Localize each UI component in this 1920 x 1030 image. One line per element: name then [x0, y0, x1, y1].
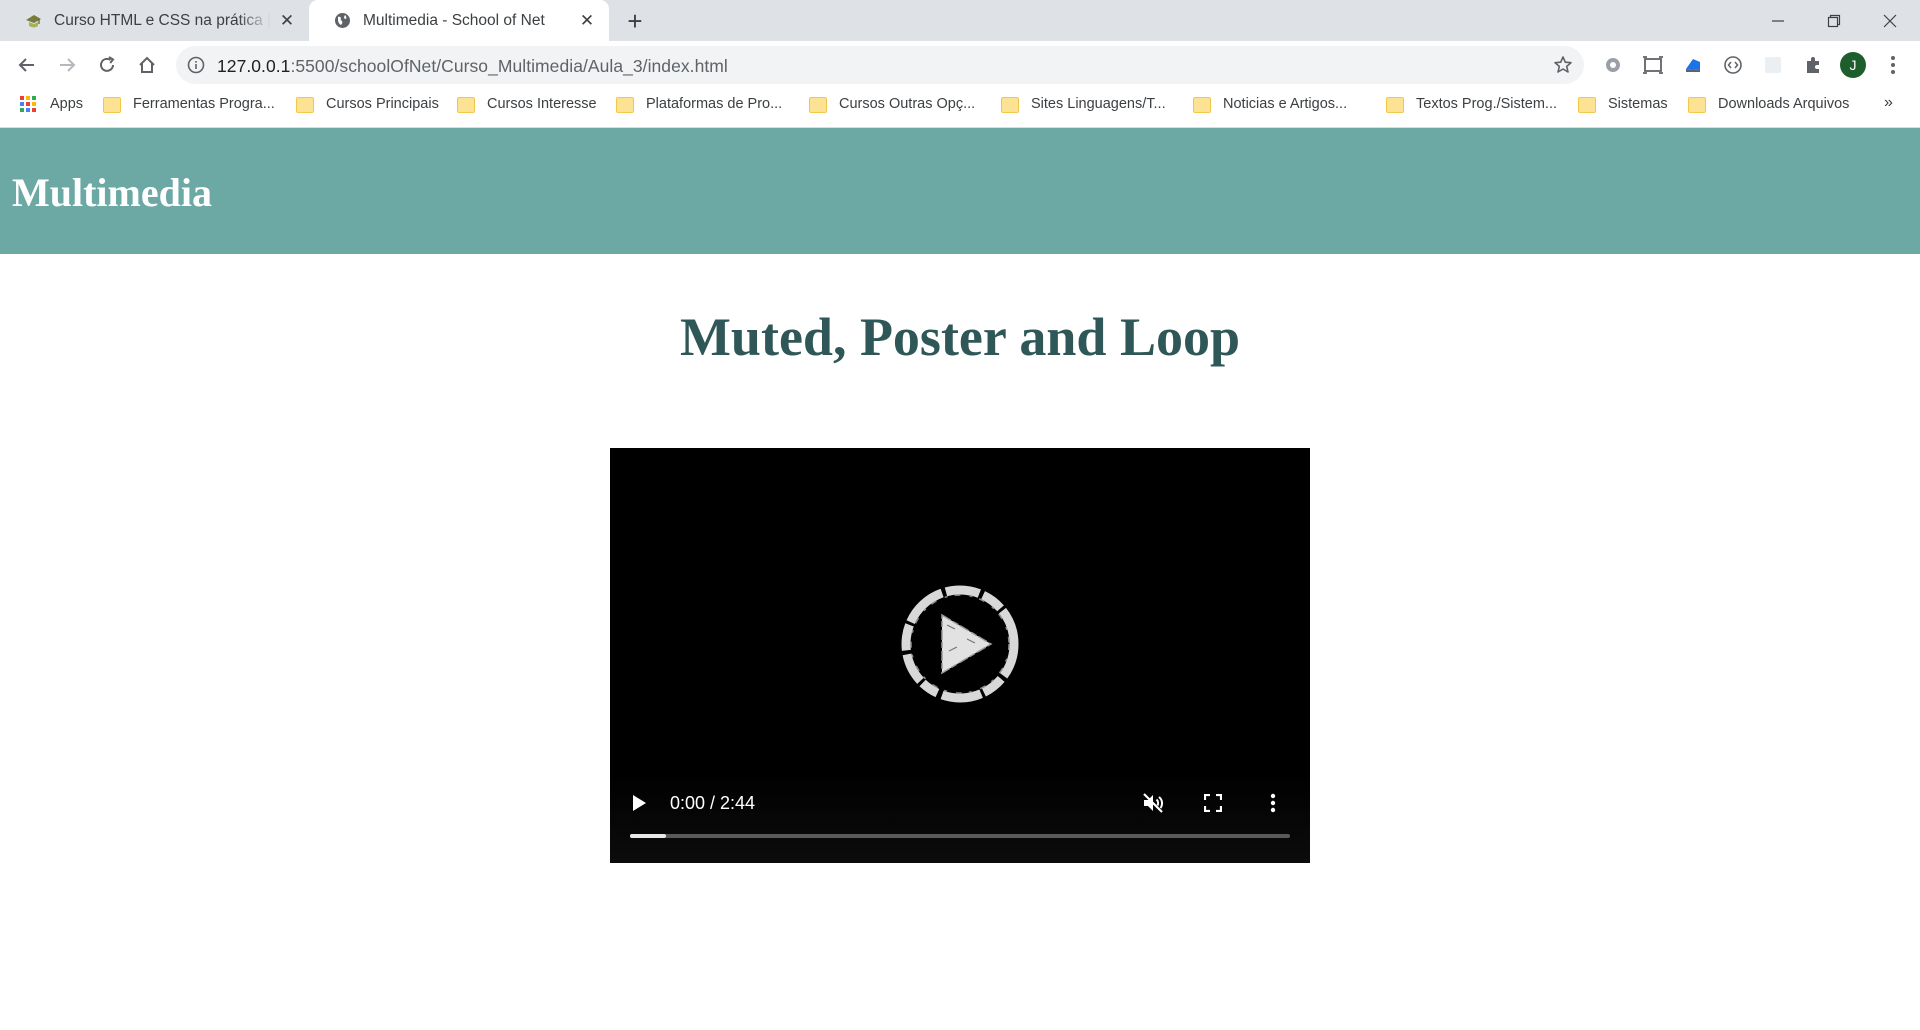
extension-code-icon[interactable]: [1720, 52, 1746, 78]
progress-track[interactable]: [630, 834, 1290, 838]
close-icon: [1883, 14, 1897, 27]
close-tab-icon[interactable]: ✕: [277, 11, 297, 31]
globe-icon: [333, 11, 352, 30]
bookmark-label: Noticias e Artigos...: [1223, 96, 1348, 112]
arrow-left-icon: [18, 58, 34, 72]
bookmark-folder-ferramentas[interactable]: Ferramentas Progra...: [103, 88, 275, 120]
folder-icon: [1001, 97, 1019, 113]
folder-icon: [1193, 97, 1211, 113]
bookmark-folder-textos[interactable]: Textos Prog./Sistem...: [1386, 88, 1557, 120]
extensions-puzzle-icon[interactable]: [1800, 52, 1826, 78]
folder-icon: [296, 97, 314, 113]
folder-icon: [103, 97, 121, 113]
bookmark-label: Textos Prog./Sistem...: [1416, 96, 1558, 112]
bookmark-folder-sistemas[interactable]: Sistemas: [1578, 88, 1668, 120]
bookmark-folder-downloads[interactable]: Downloads Arquivos: [1688, 88, 1849, 120]
extension-blue-icon[interactable]: [1680, 52, 1706, 78]
extension-screenshot-icon[interactable]: [1640, 52, 1666, 78]
new-tab-button[interactable]: +: [621, 6, 649, 36]
bookmark-folder-cursos-principais[interactable]: Cursos Principais: [296, 88, 439, 120]
video-player[interactable]: 0:00 / 2:44: [610, 448, 1310, 863]
arrow-right-icon: [60, 58, 76, 72]
bookmark-folder-sites-linguagens[interactable]: Sites Linguagens/T...: [1001, 88, 1166, 120]
close-tab-icon[interactable]: ✕: [577, 11, 597, 31]
bookmark-label: Sites Linguagens/T...: [1031, 96, 1166, 112]
school-of-net-icon: [24, 11, 43, 30]
apps-grid-icon: [20, 96, 36, 112]
tab-title: Multimedia - School of Net: [363, 11, 545, 29]
folder-icon: [809, 97, 827, 113]
bookmark-label: Downloads Arquivos: [1718, 96, 1850, 112]
site-title: Multimedia: [12, 170, 212, 215]
url-text[interactable]: 127.0.0.1:5500/schoolOfNet/Curso_Multime…: [217, 56, 728, 77]
bookmark-label: Sistemas: [1608, 96, 1668, 112]
poster-play-icon[interactable]: [897, 581, 1023, 707]
browser-toolbar: 127.0.0.1:5500/schoolOfNet/Curso_Multime…: [0, 41, 1920, 88]
bookmark-label: Cursos Outras Opç...: [839, 96, 976, 112]
tab-curso-html-css[interactable]: Curso HTML e CSS na prática | School of …: [0, 0, 309, 41]
bookmark-folder-noticias[interactable]: Noticias e Artigos...: [1193, 88, 1347, 120]
mute-button[interactable]: [1138, 788, 1168, 818]
url-path: :5500/schoolOfNet/Curso_Multimedia/Aula_…: [290, 56, 728, 76]
close-window-button[interactable]: [1862, 0, 1918, 41]
muted-volume-icon: [1143, 793, 1163, 813]
restore-icon: [1827, 14, 1841, 27]
folder-icon: [1578, 97, 1596, 113]
folder-icon: [457, 97, 475, 113]
reload-button[interactable]: [90, 48, 124, 82]
folder-icon: [1688, 97, 1706, 113]
controls-overlay: [610, 773, 1310, 863]
home-button[interactable]: [130, 48, 164, 82]
bookmark-label: Cursos Interesse: [487, 96, 597, 112]
bookmark-apps[interactable]: Apps: [20, 88, 83, 120]
bookmarks-overflow-button[interactable]: »: [1884, 94, 1893, 112]
more-options-icon: [1270, 793, 1276, 813]
bookmark-folder-plataformas[interactable]: Plataformas de Pro...: [616, 88, 782, 120]
folder-icon: [1386, 97, 1404, 113]
browser-menu-icon[interactable]: [1880, 52, 1906, 78]
bookmark-label: Apps: [50, 96, 84, 112]
extension-blank-icon[interactable]: [1760, 52, 1786, 78]
bookmark-folder-cursos-interesse[interactable]: Cursos Interesse: [457, 88, 597, 120]
tab-multimedia[interactable]: Multimedia - School of Net ✕: [309, 0, 609, 41]
section-title: Muted, Poster and Loop: [679, 307, 1241, 367]
bookmark-label: Plataformas de Pro...: [646, 96, 783, 112]
tab-title: Curso HTML e CSS na prática | School of …: [54, 11, 271, 29]
fullscreen-button[interactable]: [1198, 788, 1228, 818]
url-host: 127.0.0.1: [217, 56, 291, 76]
address-bar[interactable]: 127.0.0.1:5500/schoolOfNet/Curso_Multime…: [176, 46, 1584, 84]
restore-button[interactable]: [1806, 0, 1862, 41]
buffered-progress: [630, 834, 667, 838]
tab-strip: Curso HTML e CSS na prática | School of …: [0, 0, 1920, 41]
bookmark-label: Ferramentas Progra...: [133, 96, 275, 112]
time-display: 0:00 / 2:44: [670, 793, 756, 813]
minimize-icon: [1772, 19, 1784, 22]
bookmarks-bar: Apps Ferramentas Progra... Cursos Princi…: [0, 88, 1920, 128]
folder-icon: [616, 97, 634, 113]
more-options-button[interactable]: [1258, 788, 1288, 818]
bookmark-star-icon[interactable]: [1552, 54, 1574, 76]
play-icon: [633, 795, 646, 811]
site-header: [0, 128, 1920, 254]
forward-button[interactable]: [50, 48, 84, 82]
site-info-icon[interactable]: [186, 55, 206, 75]
extension-gear-icon[interactable]: [1600, 52, 1626, 78]
bookmark-folder-cursos-outras[interactable]: Cursos Outras Opç...: [809, 88, 975, 120]
play-button[interactable]: [626, 790, 652, 816]
reload-icon: [100, 56, 115, 72]
back-button[interactable]: [10, 48, 44, 82]
home-icon: [139, 56, 155, 73]
bookmark-label: Cursos Principais: [326, 96, 439, 112]
minimize-button[interactable]: [1750, 0, 1806, 41]
profile-avatar[interactable]: J: [1840, 52, 1866, 78]
fullscreen-icon: [1204, 794, 1222, 812]
